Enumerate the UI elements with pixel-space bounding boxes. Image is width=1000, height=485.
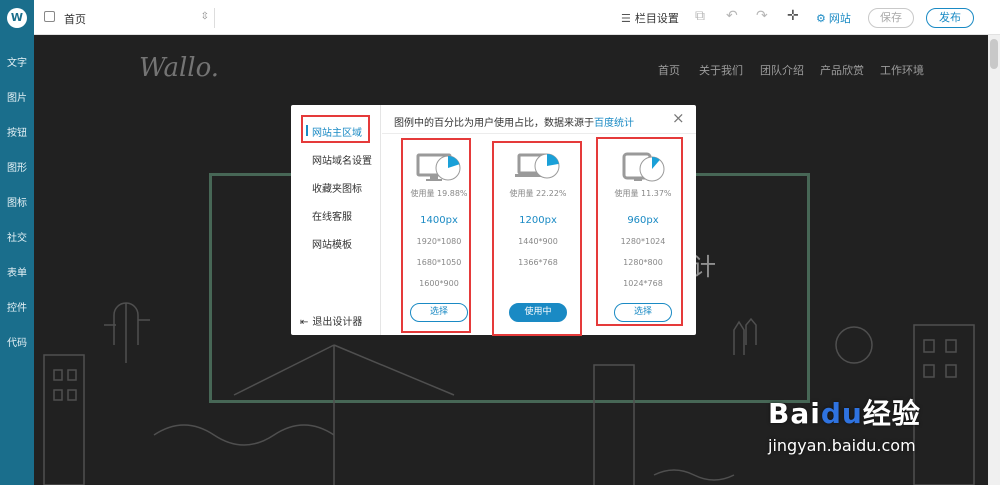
dialog-description: 图例中的百分比为用户使用占比，数据来源于百度统计 — [394, 114, 634, 129]
updown-arrow-icon: ⇳ — [200, 11, 209, 22]
save-button[interactable]: 保存 — [868, 8, 914, 28]
watermark-du: du — [820, 397, 863, 430]
watermark-cn: 经验 — [862, 397, 921, 430]
site-settings-label: 网站 — [828, 12, 851, 25]
sidebar-item-social[interactable]: 社交 — [0, 229, 34, 244]
sidebar-item-shape[interactable]: 图形 — [0, 159, 34, 174]
menu-item-site-template[interactable]: 网站模板 — [312, 236, 352, 251]
close-button[interactable]: × — [672, 110, 685, 126]
sidebar-item-image[interactable]: 图片 — [0, 89, 34, 104]
baidu-jingyan-watermark: Baidu经验 jingyan.baidu.com — [768, 392, 921, 455]
watermark-url: jingyan.baidu.com — [768, 436, 916, 455]
scrollbar-thumb[interactable] — [990, 39, 998, 69]
site-settings-button[interactable]: ⚙ 网站 — [816, 10, 851, 26]
column-settings-label: 栏目设置 — [634, 12, 679, 25]
highlight-box — [492, 141, 582, 336]
exit-designer-label: 退出设计器 — [312, 317, 363, 328]
menu-item-favicon[interactable]: 收藏夹图标 — [312, 180, 362, 195]
undo-icon[interactable]: ↶ — [726, 8, 738, 24]
top-toolbar: 首页 ⇳ ☰ 栏目设置 ⧉ ↶ ↷ ✛ ⚙ 网站 保存 发布 — [34, 0, 1000, 35]
crosshair-icon[interactable]: ✛ — [787, 8, 799, 24]
sidebar-item-form[interactable]: 表单 — [0, 264, 34, 279]
page-selector[interactable]: 首页 ⇳ — [44, 8, 209, 28]
baidu-tongji-link[interactable]: 百度统计 — [594, 118, 634, 129]
page-icon — [44, 11, 55, 22]
sidebar-item-icon[interactable]: 图标 — [0, 194, 34, 209]
menu-item-online-service[interactable]: 在线客服 — [312, 208, 352, 223]
app-logo[interactable]: W — [7, 8, 27, 28]
page-selector-label: 首页 — [64, 13, 86, 26]
toolbar-divider — [214, 8, 215, 28]
publish-button[interactable]: 发布 — [926, 8, 974, 28]
highlight-box — [596, 137, 683, 326]
canvas-scrollbar[interactable] — [988, 35, 1000, 485]
highlight-box — [301, 115, 370, 143]
left-toolbar: W 文字 图片 按钮 图形 图标 社交 表单 控件 代码 — [0, 0, 34, 485]
sidebar-item-button[interactable]: 按钮 — [0, 124, 34, 139]
sidebar-item-text[interactable]: 文字 — [0, 54, 34, 69]
highlight-box — [401, 138, 471, 333]
column-settings-button[interactable]: ☰ 栏目设置 — [621, 10, 679, 26]
exit-icon: ⇤ — [300, 317, 309, 328]
copy-icon[interactable]: ⧉ — [695, 8, 705, 24]
sidebar-item-code[interactable]: 代码 — [0, 334, 34, 349]
sidebar-item-widget[interactable]: 控件 — [0, 299, 34, 314]
redo-icon[interactable]: ↷ — [756, 8, 768, 24]
watermark-bai: Bai — [768, 397, 821, 430]
exit-designer-button[interactable]: ⇤ 退出设计器 — [300, 313, 362, 328]
menu-item-domain-settings[interactable]: 网站域名设置 — [312, 152, 372, 167]
dialog-description-text: 图例中的百分比为用户使用占比，数据来源于 — [394, 118, 594, 129]
gear-icon: ⚙ — [816, 12, 826, 25]
header-divider — [382, 133, 696, 134]
list-icon: ☰ — [621, 12, 631, 25]
